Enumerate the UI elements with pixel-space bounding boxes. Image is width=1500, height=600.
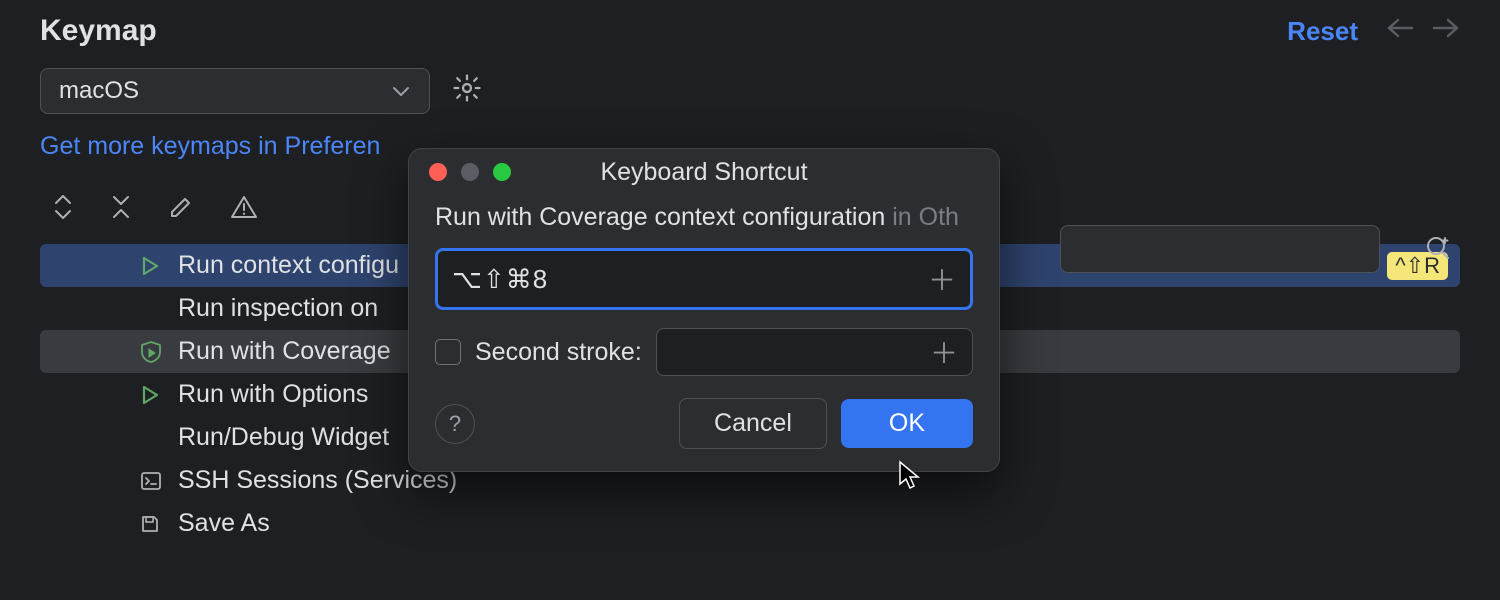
ok-button[interactable]: OK: [841, 399, 973, 448]
disk-icon: [140, 514, 166, 534]
chevron-down-icon: [391, 77, 411, 105]
list-item-label: Run with Options: [178, 380, 368, 409]
action-name-label: Run with Coverage context configuration …: [435, 203, 973, 232]
action-context-text: in Oth: [892, 203, 959, 231]
collapse-icon[interactable]: [110, 193, 132, 228]
list-item-label: Run/Debug Widget: [178, 423, 389, 452]
list-item-label: Run inspection on: [178, 294, 378, 323]
shortcut-value: ⌥⇧⌘8: [452, 264, 928, 295]
cancel-button[interactable]: Cancel: [679, 398, 827, 449]
forward-arrow-icon: [1432, 17, 1460, 45]
list-item[interactable]: Save As: [40, 502, 1460, 545]
keymap-select[interactable]: macOS: [40, 68, 430, 114]
window-minimize-icon: [461, 163, 479, 181]
help-button[interactable]: ?: [435, 404, 475, 444]
plus-icon[interactable]: ＋: [930, 332, 958, 372]
expand-collapse-icon[interactable]: [52, 193, 74, 228]
shield-icon: [140, 340, 166, 364]
gear-icon[interactable]: [452, 73, 482, 110]
list-item-label: Run context configu: [178, 251, 399, 280]
play-icon: [140, 384, 166, 406]
keyboard-shortcut-dialog: Keyboard Shortcut Run with Coverage cont…: [408, 148, 1000, 472]
window-close-icon[interactable]: [429, 163, 447, 181]
keymap-select-value: macOS: [59, 77, 139, 105]
warning-icon[interactable]: [230, 194, 258, 227]
list-item-label: Run with Coverage: [178, 337, 391, 366]
page-title: Keymap: [40, 14, 1287, 48]
second-stroke-checkbox[interactable]: [435, 339, 461, 365]
reset-button[interactable]: Reset: [1287, 16, 1358, 47]
terminal-icon: [140, 471, 166, 491]
back-arrow-icon: [1386, 17, 1414, 45]
edit-icon[interactable]: [168, 194, 194, 227]
play-icon: [140, 255, 166, 277]
action-name-text: Run with Coverage context configuration: [435, 203, 885, 231]
find-by-shortcut-icon[interactable]: [1424, 234, 1454, 271]
second-stroke-label: Second stroke:: [475, 338, 642, 367]
search-input[interactable]: [1060, 225, 1380, 273]
plus-icon[interactable]: ＋: [928, 259, 956, 299]
second-stroke-input[interactable]: ＋: [656, 328, 973, 376]
shortcut-input[interactable]: ⌥⇧⌘8 ＋: [435, 248, 973, 310]
window-zoom-icon[interactable]: [493, 163, 511, 181]
list-item-label: Save As: [178, 509, 270, 538]
